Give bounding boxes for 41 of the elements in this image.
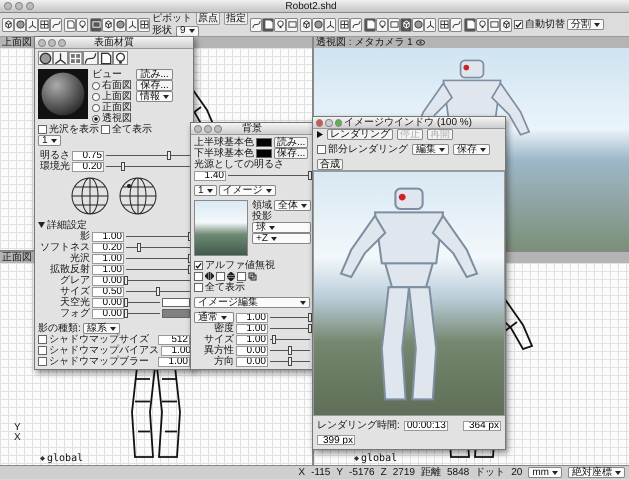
coordinate-value: 2719 — [392, 467, 415, 478]
slider-label: 明るさ — [39, 150, 70, 161]
slider-label: 光沢 — [69, 253, 90, 264]
slider-label: グレア — [59, 275, 90, 286]
slider-label: 方向 — [213, 356, 234, 367]
coordinate-value: 20 — [511, 467, 522, 478]
render-time-label: レンダリング時間: — [317, 420, 400, 431]
slider-label: 拡散反射 — [49, 264, 90, 275]
field-label: 投影 — [252, 211, 273, 222]
coordinate-label: Y — [336, 467, 344, 478]
field-label: 下半球基本色 — [194, 148, 254, 159]
window-title: 表面材質 — [93, 37, 135, 48]
coordinate-label: global — [361, 453, 398, 464]
coordinate-label: X — [298, 467, 306, 478]
field-label: 領域 — [252, 200, 272, 211]
slider-label: 影 — [79, 231, 90, 242]
pivot-mode-label: 形状 — [152, 25, 172, 36]
slider-label: 密度 — [213, 323, 234, 334]
window-title: Robot2.shd — [284, 0, 338, 12]
slider-label: 異方性 — [203, 345, 234, 356]
coordinate-label: Z — [380, 467, 387, 478]
slider-label: 光源としての明るさ — [194, 159, 285, 170]
coordinate-value: 5848 — [446, 467, 470, 478]
axis-label: X — [14, 433, 21, 443]
coordinate-value: -115 — [311, 467, 330, 478]
field-label: 上半球基本色 — [194, 137, 254, 148]
coordinate-label: ドット — [475, 467, 506, 478]
view-label: ビュー — [92, 69, 123, 80]
coordinate-value: -5176 — [349, 467, 375, 478]
axis-label: Y — [14, 423, 21, 433]
slider-label: ソフトネス — [39, 242, 90, 253]
coordinate-label: global — [47, 453, 84, 464]
window-title: 背景 — [241, 123, 263, 134]
slider-label: 環境光 — [39, 161, 70, 172]
slider-label: 天空光 — [59, 297, 90, 308]
slider-label: サイズ — [59, 286, 90, 297]
coordinate-label: 距離 — [420, 467, 441, 478]
window-title: イメージウインドウ (100 %) — [344, 117, 474, 128]
slider-label: サイズ — [203, 334, 234, 345]
field-label: 影の種類: — [38, 323, 81, 334]
slider-label: フォグ — [59, 308, 90, 319]
